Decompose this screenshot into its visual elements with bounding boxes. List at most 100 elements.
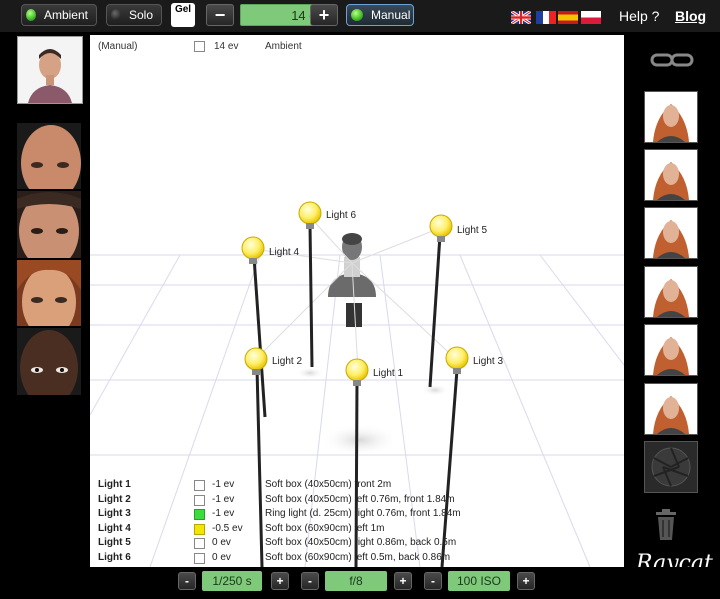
aperture-increase-button[interactable]: + <box>394 572 412 590</box>
iso-decrease-button[interactable]: - <box>424 572 442 590</box>
gel-swatch-6[interactable] <box>194 553 205 564</box>
manual-label: Manual <box>371 8 411 22</box>
result-thumb-6[interactable] <box>644 383 698 435</box>
minus-label: - <box>431 574 435 588</box>
light-name: Light 2 <box>98 494 131 505</box>
light-1-bulb[interactable]: Light 1 <box>345 358 403 386</box>
manual-led-icon <box>351 9 363 21</box>
aperture-decrease-button[interactable]: - <box>301 572 319 590</box>
result-portrait-icon <box>653 104 689 142</box>
plus-label: + <box>276 574 284 588</box>
minus-label: - <box>185 574 189 588</box>
aperture-value[interactable]: f/8 <box>325 571 387 591</box>
poland-flag-icon[interactable] <box>581 11 601 24</box>
manual-toggle-button[interactable]: Manual <box>346 4 414 26</box>
light-5-bulb[interactable]: Light 5 <box>429 214 487 242</box>
result-thumb-2[interactable] <box>644 149 698 201</box>
light-desc: Soft box (60x90cm) left 1m <box>265 523 385 534</box>
ev-increase-button[interactable]: + <box>310 4 338 26</box>
light-4-label: Light 4 <box>269 247 299 258</box>
result-portrait-icon <box>653 396 689 434</box>
result-portrait-icon <box>653 279 689 317</box>
ev-decrease-button[interactable]: − <box>206 4 234 26</box>
light-desc: Soft box (40x50cm) right 0.86m, back 0.5… <box>265 537 457 548</box>
iso-increase-button[interactable]: + <box>517 572 535 590</box>
camera-settings-bar: - 1/250 s + - f/8 + - 100 ISO + <box>0 567 720 599</box>
result-thumb-5[interactable] <box>644 324 698 376</box>
light-name: Light 4 <box>98 523 131 534</box>
ambient-toggle-button[interactable]: Ambient <box>21 4 97 26</box>
result-thumb-4[interactable] <box>644 266 698 318</box>
light-6-label: Light 6 <box>326 210 356 221</box>
gel-swatch-4[interactable] <box>194 524 205 535</box>
result-portrait-icon <box>653 220 689 258</box>
result-thumb-3[interactable] <box>644 207 698 259</box>
camera-shutter-button[interactable] <box>644 441 698 493</box>
light-3-bulb[interactable]: Light 3 <box>445 346 503 374</box>
shutter-decrease-button[interactable]: - <box>178 572 196 590</box>
uk-flag-icon[interactable] <box>511 11 531 24</box>
light-ev: 0 ev <box>212 537 231 548</box>
gel-swatch-3[interactable] <box>194 509 205 520</box>
ambient-led-icon <box>26 9 36 21</box>
result-portrait-icon <box>653 162 689 200</box>
model-thumb-2[interactable] <box>17 191 81 258</box>
model-portrait-icon <box>18 37 82 103</box>
model-thumb-4[interactable] <box>17 328 81 395</box>
plus-label: + <box>399 574 407 588</box>
light-5-label: Light 5 <box>457 225 487 236</box>
light-4-bulb[interactable]: Light 4 <box>241 236 299 264</box>
france-flag-icon[interactable] <box>536 11 556 24</box>
solo-label: Solo <box>128 8 153 22</box>
model-thumb-3[interactable] <box>17 260 81 326</box>
light-name: Light 3 <box>98 508 131 519</box>
gel-button[interactable]: Gel <box>171 3 195 27</box>
result-portrait-icon <box>653 337 689 375</box>
light-desc: Soft box (60x90cm) left 0.5m, back 0.86m <box>265 552 451 563</box>
blog-link[interactable]: Blog <box>675 8 706 24</box>
model-face-icon <box>17 191 81 258</box>
light-6-bulb[interactable]: Light 6 <box>298 201 356 229</box>
gel-swatch-2[interactable] <box>194 495 205 506</box>
gel-swatch-1[interactable] <box>194 480 205 491</box>
iso-value[interactable]: 100 ISO <box>448 571 510 591</box>
ambient-label: Ambient <box>43 8 88 22</box>
result-thumb-1[interactable] <box>644 91 698 143</box>
gel-swatch-5[interactable] <box>194 538 205 549</box>
light-ev: -1 ev <box>212 494 235 505</box>
light-name: Light 6 <box>98 552 131 563</box>
model-face-icon <box>17 260 81 326</box>
shutter-increase-button[interactable]: + <box>271 572 289 590</box>
solo-led-icon <box>111 9 121 21</box>
lighting-stage[interactable]: (Manual) 14 ev Ambient Light 6 Light 5 L… <box>90 35 624 567</box>
minus-label: - <box>308 574 312 588</box>
shutter-value[interactable]: 1/250 s <box>202 571 262 591</box>
aperture-icon <box>651 447 691 487</box>
light-ev: -1 ev <box>212 508 235 519</box>
light-3-label: Light 3 <box>473 356 503 367</box>
model-thumb-current[interactable] <box>17 36 83 104</box>
minus-label: − <box>214 4 226 25</box>
light-desc: Ring light (d. 25cm) right 0.76m, front … <box>265 508 461 519</box>
light-1-label: Light 1 <box>373 368 403 379</box>
light-ev: -0.5 ev <box>212 523 243 534</box>
link-chain-icon[interactable] <box>650 52 694 68</box>
light-2-bulb[interactable]: Light 2 <box>244 347 302 375</box>
light-2-label: Light 2 <box>272 356 302 367</box>
gel-label: Gel <box>174 4 192 15</box>
plus-label: + <box>318 4 330 25</box>
model-thumb-1[interactable] <box>17 123 81 189</box>
model-face-icon <box>17 328 81 395</box>
light-name: Light 1 <box>98 479 131 490</box>
spain-flag-icon[interactable] <box>558 11 578 24</box>
top-toolbar: Ambient Solo Gel − 14 ev + Manual Help ?… <box>0 0 720 32</box>
light-name: Light 5 <box>98 537 131 548</box>
help-link[interactable]: Help ? <box>619 8 659 24</box>
light-desc: Soft box (40x50cm) front 2m <box>265 479 392 490</box>
trash-icon[interactable] <box>654 509 678 541</box>
light-ev: 0 ev <box>212 552 231 563</box>
light-ev: -1 ev <box>212 479 235 490</box>
light-desc: Soft box (40x50cm) left 0.76m, front 1.8… <box>265 494 455 505</box>
solo-toggle-button[interactable]: Solo <box>106 4 162 26</box>
plus-label: + <box>522 574 530 588</box>
